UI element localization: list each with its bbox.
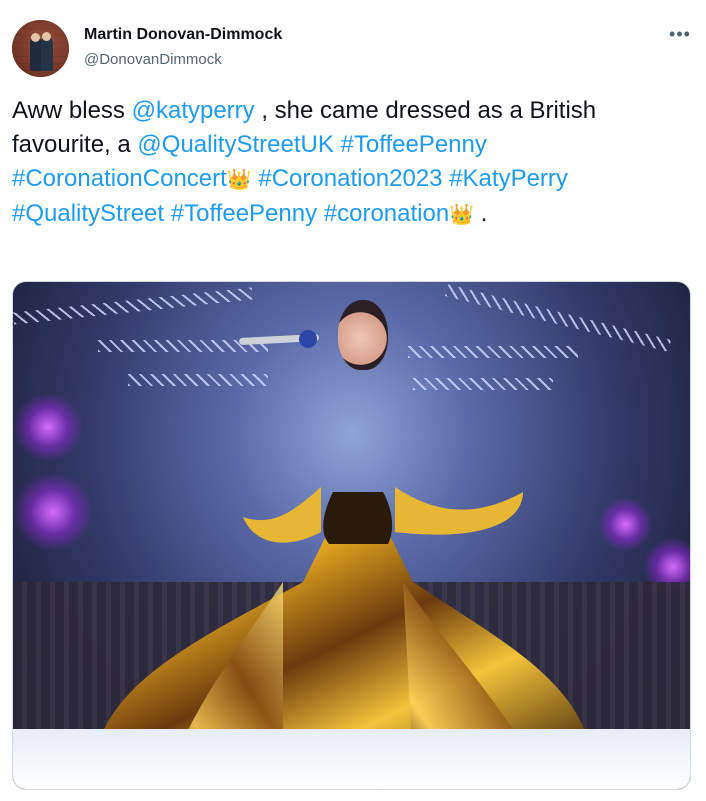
tweet-text: Aww bless @katyperry , she came dressed … — [12, 94, 692, 232]
tweet-link[interactable]: #coronation — [324, 200, 449, 227]
tweet-text-fragment — [317, 200, 324, 227]
tweet-text-fragment — [334, 131, 341, 158]
performer — [338, 300, 388, 370]
tweet-link[interactable]: #ToffeePenny — [171, 200, 317, 227]
tweet-link[interactable]: #QualityStreet — [12, 200, 164, 227]
crown-icon: 👑 — [226, 169, 252, 191]
author-avatar[interactable] — [12, 20, 69, 77]
gold-gown — [93, 487, 593, 762]
tweet-link[interactable]: #KatyPerry — [449, 165, 568, 192]
crown-icon: 👑 — [449, 204, 475, 226]
tweet-header: Martin Donovan-Dimmock @DonovanDimmock •… — [0, 0, 706, 90]
tweet-link[interactable]: @katyperry — [132, 97, 255, 124]
more-horizontal-icon[interactable]: ••• — [668, 22, 692, 46]
tweet-link[interactable]: #Coronation2023 — [258, 165, 442, 192]
microphone-head — [299, 330, 317, 348]
tweet-link[interactable]: @QualityStreetUK — [137, 131, 333, 158]
tweet-text-fragment — [164, 200, 171, 227]
tweet-text-fragment: Aww bless — [12, 97, 132, 124]
tweet-link[interactable]: #CoronationConcert — [12, 165, 227, 192]
author-handle[interactable]: @DonovanDimmock — [84, 51, 222, 68]
tweet-media-image[interactable] — [12, 281, 691, 790]
author-name[interactable]: Martin Donovan-Dimmock — [84, 26, 282, 44]
tweet-link[interactable]: #ToffeePenny — [341, 131, 487, 158]
tweet-text-fragment: . — [474, 200, 488, 227]
